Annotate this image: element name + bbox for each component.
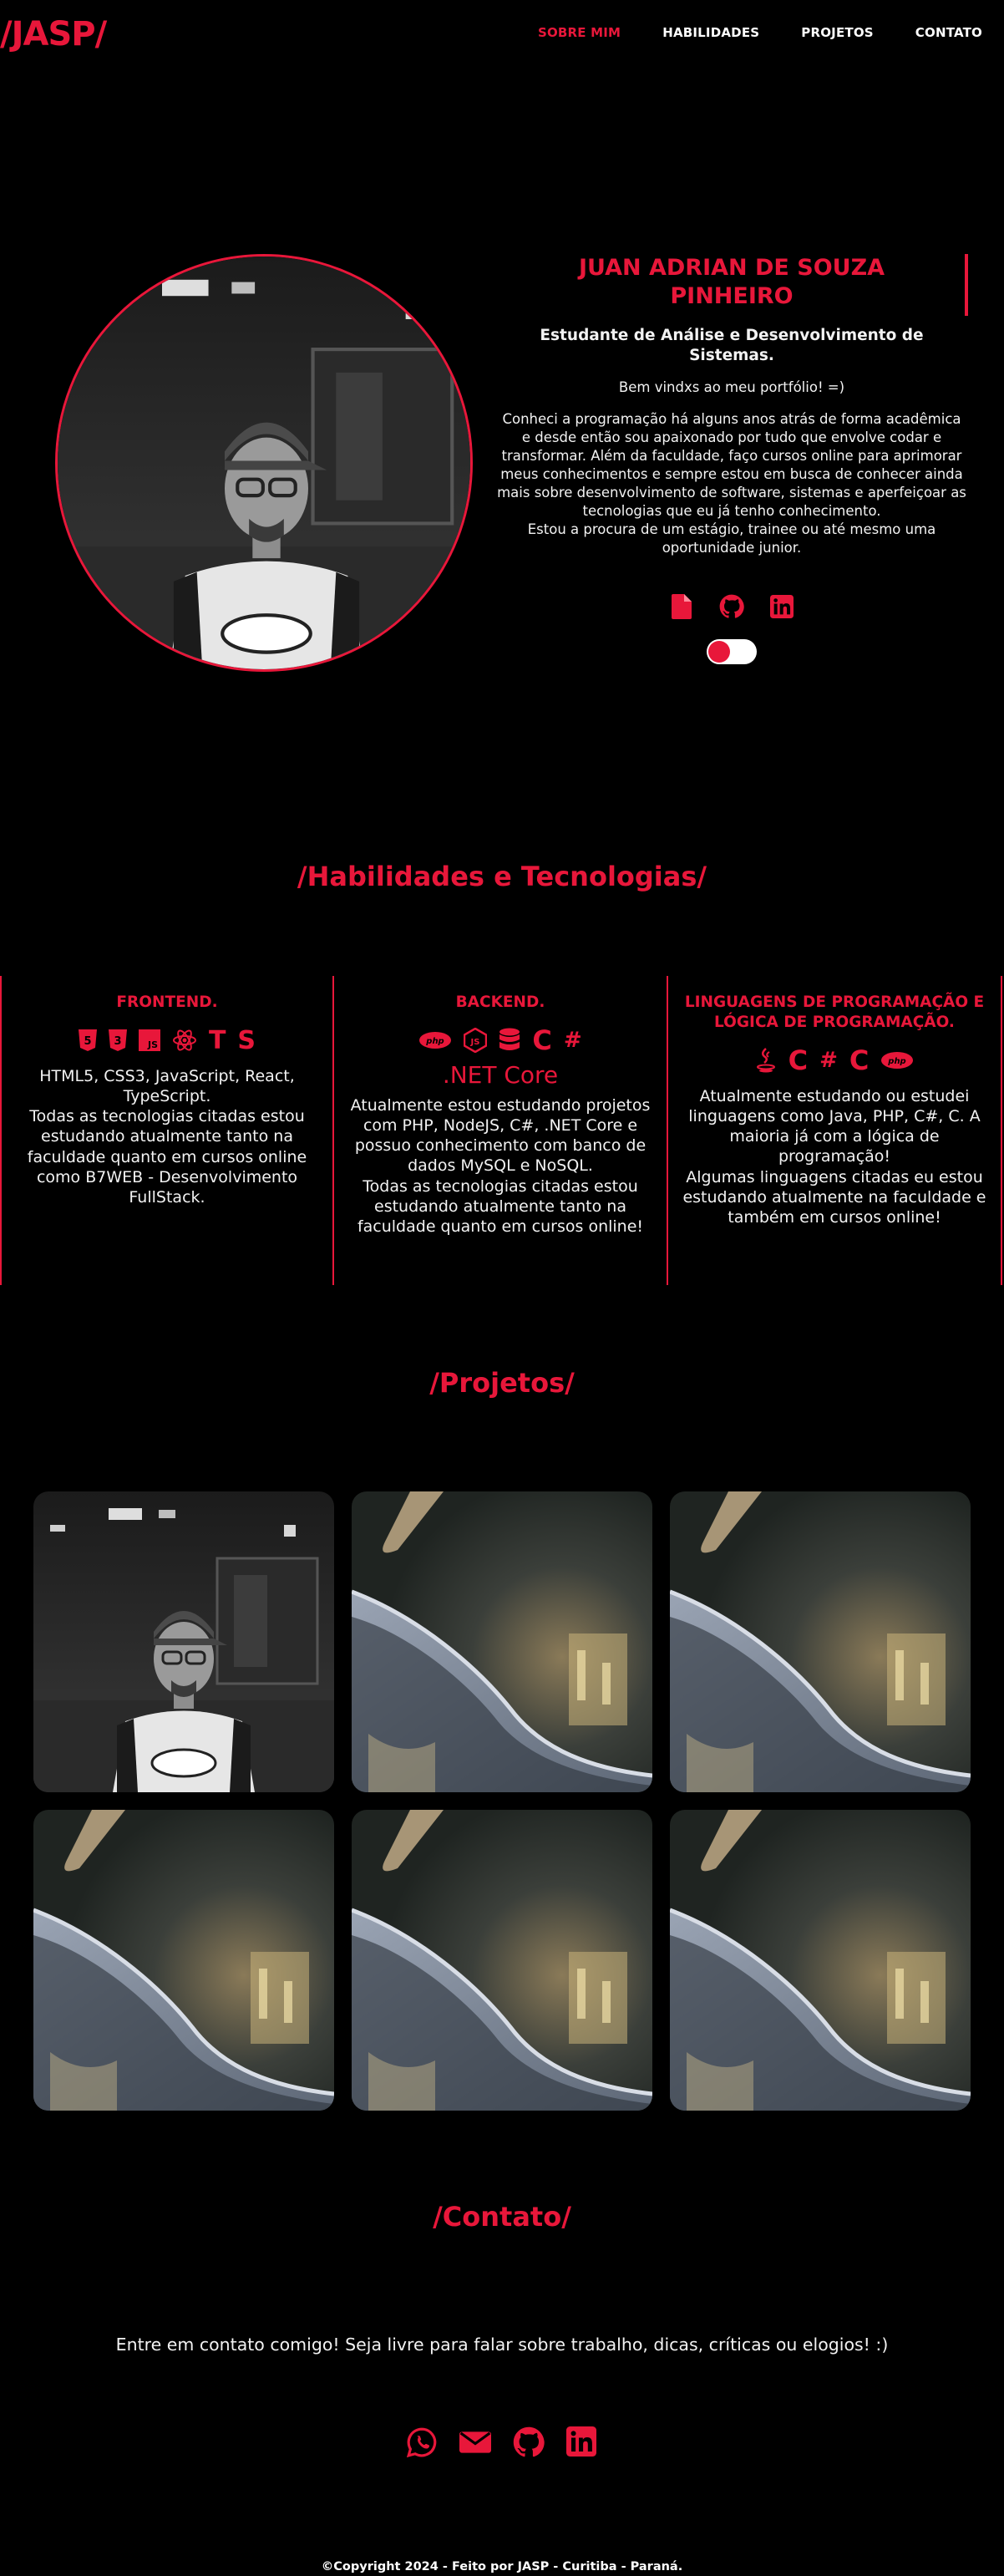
project-card[interactable] (670, 1810, 971, 2111)
csharp-icon: # (563, 1028, 582, 1054)
hero-social-links (491, 594, 972, 620)
svg-text:JS: JS (470, 1038, 480, 1047)
c-icon: C (788, 1044, 809, 1077)
c-icon: C (532, 1024, 552, 1057)
hero-bio-paragraph: Conheci a programação há alguns anos atr… (497, 410, 966, 520)
navbar: /JASP/ SOBRE MIM HABILIDADES PROJETOS CO… (0, 0, 1004, 67)
skill-icons: 5 3 JS T S (12, 1025, 322, 1055)
hero-name: JUAN ADRIAN DE SOUZA PINHEIRO (578, 255, 885, 309)
projects-section-title: /Projetos/ (429, 1367, 575, 1399)
linkedin-icon[interactable] (566, 2426, 598, 2458)
hero-subtitle: Estudante de Análise e Desenvolvimento d… (540, 326, 924, 364)
js-icon: JS (138, 1029, 160, 1052)
skills-section-title: /Habilidades e Tecnologias/ (297, 861, 707, 892)
dotnet-core-label: .NET Core (442, 1061, 559, 1090)
theme-toggle[interactable] (707, 639, 757, 665)
svg-text:3: 3 (114, 1035, 121, 1048)
css3-icon: 3 (108, 1029, 127, 1052)
nav-link-habilidades[interactable]: HABILIDADES (662, 25, 759, 40)
java-icon (755, 1047, 777, 1074)
project-card[interactable] (33, 1491, 334, 1792)
nav-link-contato[interactable]: CONTATO (915, 25, 982, 40)
github-icon[interactable] (513, 2426, 545, 2458)
projects-grid (33, 1491, 971, 2111)
skill-card-backend: BACKEND. php JS C # .NET Core Atualmente… (334, 976, 668, 1285)
skill-icons: php JS C # (344, 1024, 657, 1057)
typescript-icon: T (208, 1025, 226, 1055)
skill-card-text: Atualmente estou estudando projetos com … (350, 1096, 651, 1236)
project-card[interactable] (352, 1810, 652, 2111)
file-icon[interactable] (669, 594, 694, 620)
csharp-icon: # (819, 1048, 838, 1074)
html5-icon: 5 (78, 1029, 97, 1052)
profile-photo (55, 254, 473, 672)
skill-card-text: Atualmente estudando ou estudei linguage… (682, 1087, 986, 1227)
skill-icons: C # C php (678, 1044, 991, 1077)
styled-components-icon: S (237, 1025, 256, 1055)
skills-grid: FRONTEND. 5 3 JS T S HTML5, CSS3, JavaSc… (0, 976, 1004, 1285)
nav-link-projetos[interactable]: PROJETOS (801, 25, 874, 40)
php-icon: php (880, 1051, 914, 1070)
footer-copyright: ©Copyright 2024 - Feito por JASP - Curit… (321, 2560, 683, 2573)
github-icon[interactable] (719, 594, 744, 619)
contact-section-title: /Contato/ (433, 2201, 571, 2233)
svg-text:php: php (426, 1037, 444, 1046)
svg-text:php: php (888, 1057, 906, 1066)
skill-card-frontend: FRONTEND. 5 3 JS T S HTML5, CSS3, JavaSc… (0, 976, 334, 1285)
svg-text:5: 5 (84, 1035, 91, 1048)
c-icon: C (849, 1044, 870, 1077)
database-icon (499, 1028, 520, 1053)
toggle-knob (708, 641, 730, 663)
contact-text: Entre em contato comigo! Seja livre para… (115, 2335, 889, 2355)
email-icon[interactable] (459, 2426, 491, 2458)
skill-card-text: HTML5, CSS3, JavaScript, React, TypeScri… (27, 1067, 307, 1207)
contact-links (0, 2426, 1004, 2458)
linkedin-icon[interactable] (769, 594, 794, 619)
logo[interactable]: /JASP/ (0, 15, 107, 53)
nav-links: SOBRE MIM HABILIDADES PROJETOS CONTATO (538, 25, 982, 40)
nav-link-sobre-mim[interactable]: SOBRE MIM (538, 25, 621, 40)
skill-card-title: FRONTEND. (116, 993, 218, 1011)
skill-card-title: LINGUAGENS DE PROGRAMAÇÃO E LÓGICA DE PR… (684, 993, 985, 1032)
svg-text:JS: JS (147, 1039, 158, 1050)
project-card[interactable] (352, 1491, 652, 1792)
nodejs-icon: JS (464, 1028, 488, 1054)
hero-bio: Conheci a programação há alguns anos atr… (491, 410, 972, 558)
react-icon (172, 1029, 197, 1052)
hero-greeting: Bem vindxs ao meu portfólio! =) (618, 379, 845, 395)
whatsapp-icon[interactable] (406, 2426, 438, 2458)
hero-text: JUAN ADRIAN DE SOUZA PINHEIRO Estudante … (491, 254, 972, 665)
project-card[interactable] (33, 1810, 334, 2111)
php-icon: php (418, 1031, 452, 1049)
hero-bio-paragraph-2: Estou a procura de um estágio, trainee o… (527, 521, 936, 556)
project-card[interactable] (670, 1491, 971, 1792)
skill-card-title: BACKEND. (455, 993, 545, 1011)
skill-card-languages: LINGUAGENS DE PROGRAMAÇÃO E LÓGICA DE PR… (668, 976, 1002, 1285)
